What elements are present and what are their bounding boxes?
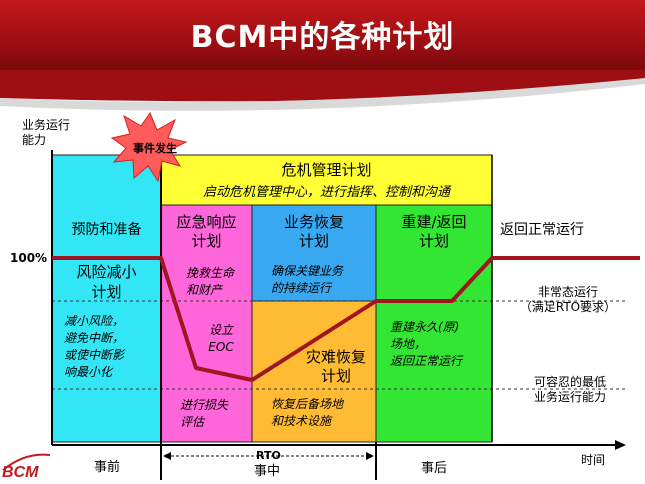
- level-100-label: 100%: [10, 251, 48, 265]
- phase-after: 事后: [421, 461, 448, 476]
- prevention-header: 预防和准备: [71, 222, 142, 238]
- prevention-desc: 减小风险， 避免中断， 或使中断影 响最小化: [64, 314, 125, 379]
- disaster-desc: 恢复后备场地 和技术设施: [271, 397, 344, 428]
- emergency-desc-1: 挽救生命 和财产: [186, 266, 235, 297]
- business-header: 业务恢复 计划: [283, 213, 344, 250]
- rebuild-desc: 重建永久(原) 场地， 返回正常运行: [390, 320, 463, 368]
- normal-header: 返回正常运行: [500, 222, 584, 238]
- emergency-desc-2: 设立 EOC: [208, 323, 234, 354]
- rebuild-header: 重建/返回 计划: [401, 213, 467, 250]
- crisis-plan-title: 危机管理计划: [281, 161, 372, 179]
- phase-before: 事前: [94, 460, 121, 475]
- risk-reduction-plan: 风险减小 计划: [76, 263, 137, 301]
- phase-during: 事中: [254, 464, 281, 479]
- x-axis-label: 时间: [581, 453, 606, 467]
- emergency-desc-3: 进行损失 评估: [180, 398, 229, 429]
- crisis-plan-subtitle: 启动危机管理中心，进行指挥、控制和沟通: [202, 185, 450, 200]
- business-desc: 确保关键业务 的持续运行: [271, 264, 344, 295]
- abnormal-operation-label: 非常态运行 （满足RTO要求）: [519, 285, 617, 314]
- tolerable-minimum-label: 可容忍的最低 业务运行能力: [533, 375, 606, 404]
- emergency-header: 应急响应 计划: [176, 213, 237, 250]
- disaster-recovery-plan: 灾难恢复 计划: [305, 348, 366, 385]
- rto-label: RTO: [256, 449, 281, 462]
- bcm-logo: BCM: [2, 464, 39, 481]
- event-label: 事件发生: [133, 142, 177, 155]
- y-axis-label: 业务运行 能力: [22, 118, 71, 147]
